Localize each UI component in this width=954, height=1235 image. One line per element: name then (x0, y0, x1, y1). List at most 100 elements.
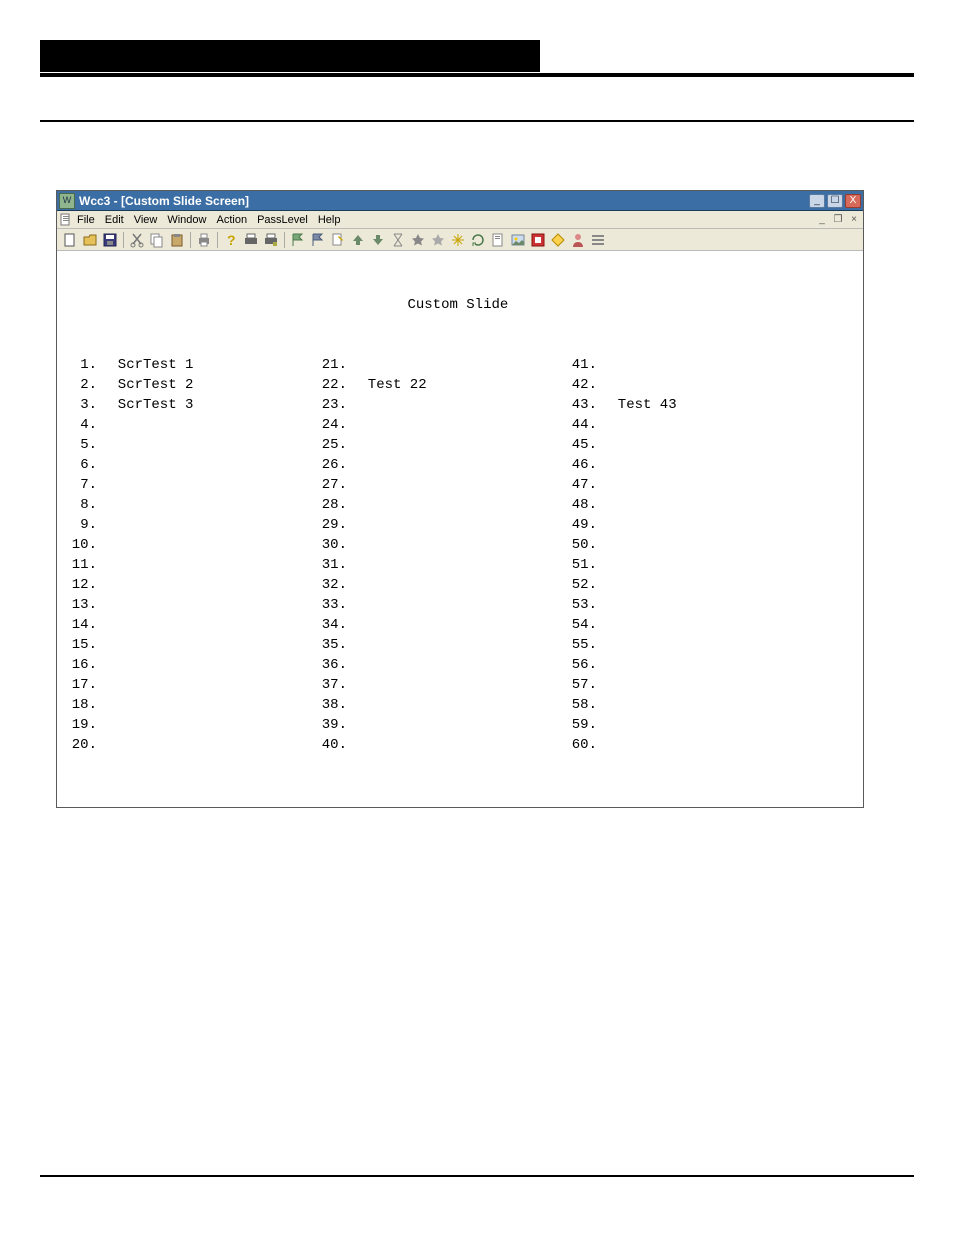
slide-row[interactable]: 24. (313, 415, 563, 435)
slide-row[interactable]: 57. (563, 675, 813, 695)
slide-row[interactable]: 10. (63, 535, 313, 555)
slide-row[interactable]: 30. (313, 535, 563, 555)
slide-row[interactable]: 52. (563, 575, 813, 595)
slide-row[interactable]: 26. (313, 455, 563, 475)
flag2-icon[interactable] (309, 231, 327, 249)
slide-row[interactable]: 47. (563, 475, 813, 495)
maximize-button[interactable]: ☐ (827, 194, 843, 208)
slide-row[interactable]: 6. (63, 455, 313, 475)
person-icon[interactable] (569, 231, 587, 249)
slide-row[interactable]: 43. Test 43 (563, 395, 813, 415)
slide-row[interactable]: 54. (563, 615, 813, 635)
diamond-icon[interactable] (549, 231, 567, 249)
slide-row[interactable]: 58. (563, 695, 813, 715)
slide-row[interactable]: 38. (313, 695, 563, 715)
slide-row[interactable]: 42. (563, 375, 813, 395)
paste-icon[interactable] (168, 231, 186, 249)
down-icon[interactable] (369, 231, 387, 249)
menu-window[interactable]: Window (167, 214, 206, 226)
slide-row[interactable]: 4. (63, 415, 313, 435)
print-icon[interactable] (195, 231, 213, 249)
slide-row[interactable]: 17. (63, 675, 313, 695)
slide-row[interactable]: 59. (563, 715, 813, 735)
refresh-icon[interactable] (469, 231, 487, 249)
client-area[interactable]: Custom Slide 1. ScrTest 12. ScrTest 23. … (57, 251, 863, 807)
slide-row[interactable]: 53. (563, 595, 813, 615)
slide-row[interactable]: 2. ScrTest 2 (63, 375, 313, 395)
slide-row[interactable]: 31. (313, 555, 563, 575)
titlebar[interactable]: W Wcc3 - [Custom Slide Screen] _ ☐ X (57, 191, 863, 211)
flag1-icon[interactable] (289, 231, 307, 249)
slide-row[interactable]: 49. (563, 515, 813, 535)
slide-row[interactable]: 7. (63, 475, 313, 495)
slide-row[interactable]: 48. (563, 495, 813, 515)
slide-row[interactable]: 33. (313, 595, 563, 615)
open-icon[interactable] (81, 231, 99, 249)
list-icon[interactable] (589, 231, 607, 249)
slide-row[interactable]: 39. (313, 715, 563, 735)
slide-row[interactable]: 12. (63, 575, 313, 595)
image-icon[interactable] (509, 231, 527, 249)
close-button[interactable]: X (845, 194, 861, 208)
mdi-minimize-button[interactable]: _ (815, 214, 829, 226)
slide-row[interactable]: 8. (63, 495, 313, 515)
menu-view[interactable]: View (134, 214, 158, 226)
mdi-doc-icon[interactable] (59, 213, 73, 227)
slide-row[interactable]: 13. (63, 595, 313, 615)
slide-row[interactable]: 36. (313, 655, 563, 675)
printer2-icon[interactable] (262, 231, 280, 249)
slide-row[interactable]: 3. ScrTest 3 (63, 395, 313, 415)
slide-row[interactable]: 18. (63, 695, 313, 715)
slide-row[interactable]: 50. (563, 535, 813, 555)
slide-row[interactable]: 19. (63, 715, 313, 735)
menu-passlevel[interactable]: PassLevel (257, 214, 308, 226)
slide-row[interactable]: 55. (563, 635, 813, 655)
new-icon[interactable] (61, 231, 79, 249)
menu-action[interactable]: Action (216, 214, 247, 226)
up-icon[interactable] (349, 231, 367, 249)
cut-icon[interactable] (128, 231, 146, 249)
menu-edit[interactable]: Edit (105, 214, 124, 226)
slide-row[interactable]: 44. (563, 415, 813, 435)
slide-row[interactable]: 5. (63, 435, 313, 455)
save-icon[interactable] (101, 231, 119, 249)
menu-help[interactable]: Help (318, 214, 341, 226)
slide-row[interactable]: 28. (313, 495, 563, 515)
slide-row[interactable]: 21. (313, 355, 563, 375)
slide-row[interactable]: 46. (563, 455, 813, 475)
slide-row[interactable]: 40. (313, 735, 563, 755)
printer-icon[interactable] (242, 231, 260, 249)
slide-row[interactable]: 25. (313, 435, 563, 455)
hourglass-icon[interactable] (389, 231, 407, 249)
slide-row[interactable]: 23. (313, 395, 563, 415)
slide-row[interactable]: 35. (313, 635, 563, 655)
slide-row[interactable]: 37. (313, 675, 563, 695)
slide-row[interactable]: 32. (313, 575, 563, 595)
doc-icon[interactable] (489, 231, 507, 249)
mdi-close-button[interactable]: × (847, 214, 861, 226)
slide-row[interactable]: 45. (563, 435, 813, 455)
mdi-restore-button[interactable]: ❐ (831, 214, 845, 226)
star1-icon[interactable] (409, 231, 427, 249)
slide-row[interactable]: 14. (63, 615, 313, 635)
slide-row[interactable]: 34. (313, 615, 563, 635)
edit-icon[interactable] (329, 231, 347, 249)
slide-row[interactable]: 27. (313, 475, 563, 495)
slide-row[interactable]: 9. (63, 515, 313, 535)
slide-row[interactable]: 60. (563, 735, 813, 755)
slide-row[interactable]: 29. (313, 515, 563, 535)
slide-row[interactable]: 20. (63, 735, 313, 755)
slide-row[interactable]: 15. (63, 635, 313, 655)
stop-icon[interactable] (529, 231, 547, 249)
spark-icon[interactable] (449, 231, 467, 249)
copy-icon[interactable] (148, 231, 166, 249)
slide-row[interactable]: 51. (563, 555, 813, 575)
slide-row[interactable]: 16. (63, 655, 313, 675)
menu-file[interactable]: File (77, 214, 95, 226)
minimize-button[interactable]: _ (809, 194, 825, 208)
slide-row[interactable]: 11. (63, 555, 313, 575)
slide-row[interactable]: 41. (563, 355, 813, 375)
slide-row[interactable]: 1. ScrTest 1 (63, 355, 313, 375)
help-icon[interactable]: ? (222, 231, 240, 249)
slide-row[interactable]: 56. (563, 655, 813, 675)
